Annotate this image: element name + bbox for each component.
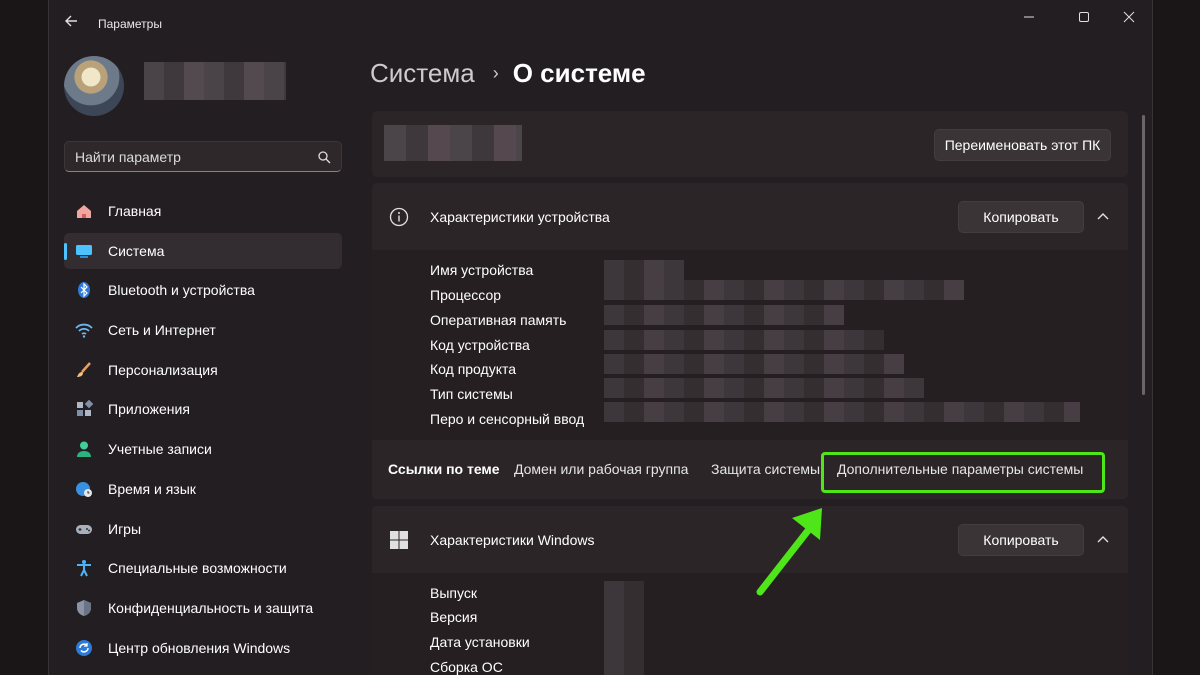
- sidebar-nav: Главная Система Bluetooth и устройства С…: [64, 193, 342, 669]
- maximize-icon: [1079, 12, 1089, 22]
- shield-icon: [77, 599, 91, 616]
- sidebar-item-bluetooth[interactable]: Bluetooth и устройства: [64, 272, 342, 308]
- spec-value-blurred: [604, 260, 684, 280]
- copy-device-specs-button[interactable]: Копировать: [958, 201, 1084, 233]
- avatar[interactable]: [64, 56, 124, 116]
- sidebar-item-system[interactable]: Система: [64, 232, 342, 269]
- sidebar-item-time-language[interactable]: Время и язык: [64, 471, 342, 507]
- app-title: Параметры: [98, 17, 162, 31]
- breadcrumb-chevron-icon: ›: [492, 63, 499, 83]
- gamepad-icon: [76, 524, 92, 534]
- apps-icon: [77, 400, 93, 417]
- highlight-frame: [821, 452, 1105, 493]
- globe-clock-icon: [76, 481, 92, 497]
- spec-label: Перо и сенсорный ввод: [430, 411, 585, 427]
- spec-value-blurred: [604, 402, 1080, 422]
- copy-windows-specs-button[interactable]: Копировать: [958, 524, 1084, 556]
- update-icon: [76, 639, 92, 656]
- accessibility-icon: [77, 560, 91, 577]
- device-specs-title: Характеристики устройства: [430, 209, 610, 225]
- chevron-up-icon[interactable]: [1096, 532, 1110, 546]
- titlebar: Параметры: [49, 0, 1152, 40]
- sidebar-item-privacy[interactable]: Конфиденциальность и защита: [64, 590, 342, 626]
- spec-label: Сборка ОС: [430, 659, 503, 675]
- spec-label: Тип системы: [430, 386, 513, 402]
- spec-label: Оперативная память: [430, 312, 567, 328]
- spec-label: Имя устройства: [430, 262, 534, 278]
- pc-name-blurred: [384, 125, 522, 161]
- device-specs-header[interactable]: Характеристики устройства Копировать: [372, 183, 1128, 249]
- page-title: О системе: [512, 58, 646, 88]
- spec-label: Процессор: [430, 287, 502, 303]
- search-icon[interactable]: [317, 150, 331, 164]
- windows-specs-title: Характеристики Windows: [430, 532, 595, 548]
- bluetooth-icon: [78, 282, 90, 299]
- display-icon: [76, 244, 92, 258]
- back-button[interactable]: [61, 10, 83, 32]
- spec-value-blurred: [604, 354, 904, 374]
- breadcrumb: Система › О системе: [370, 58, 646, 89]
- search-input[interactable]: [75, 149, 305, 165]
- spec-label: Код продукта: [430, 361, 517, 377]
- spec-value-blurred: [604, 378, 924, 398]
- rename-pc-button[interactable]: Переименовать этот ПК: [934, 129, 1111, 161]
- sidebar-item-apps[interactable]: Приложения: [64, 391, 342, 427]
- link-system-protection[interactable]: Защита системы: [711, 461, 820, 477]
- sidebar-item-windows-update[interactable]: Центр обновления Windows: [64, 630, 342, 666]
- sidebar-item-accounts[interactable]: Учетные записи: [64, 431, 342, 467]
- wifi-icon: [75, 323, 93, 338]
- chevron-up-icon[interactable]: [1096, 209, 1110, 223]
- sidebar-item-network[interactable]: Сеть и Интернет: [64, 312, 342, 348]
- settings-window: Параметры Главная Система Bluetooth и ус…: [48, 0, 1153, 675]
- sidebar-item-personalization[interactable]: Персонализация: [64, 352, 342, 388]
- user-icon: [77, 441, 91, 458]
- spec-label: Выпуск: [430, 585, 477, 601]
- related-links-label: Ссылки по теме: [388, 461, 500, 477]
- annotation-arrow-icon: [756, 508, 822, 596]
- brush-icon: [77, 361, 91, 377]
- arrow-left-icon: [65, 15, 77, 27]
- link-domain-workgroup[interactable]: Домен или рабочая группа: [514, 461, 688, 477]
- info-icon: [389, 207, 409, 227]
- username-blurred: [144, 62, 286, 100]
- spec-value-blurred: [604, 581, 644, 675]
- close-button[interactable]: [1109, 6, 1149, 28]
- minimize-button[interactable]: [1009, 6, 1049, 28]
- spec-value-blurred: [604, 330, 884, 350]
- device-specs-body: Имя устройства Процессор Оперативная пам…: [372, 250, 1128, 440]
- spec-label: Дата установки: [430, 634, 530, 650]
- spec-value-blurred: [604, 280, 964, 300]
- spec-label: Версия: [430, 609, 478, 625]
- windows-logo-icon: [390, 531, 408, 549]
- spec-label: Код устройства: [430, 337, 530, 353]
- maximize-button[interactable]: [1064, 6, 1104, 28]
- close-icon: [1123, 11, 1135, 23]
- search-box[interactable]: [64, 141, 342, 172]
- sidebar-item-accessibility[interactable]: Специальные возможности: [64, 550, 342, 586]
- home-icon: [77, 205, 91, 218]
- spec-value-blurred: [604, 305, 844, 325]
- breadcrumb-parent[interactable]: Система: [370, 58, 475, 89]
- sidebar-item-home[interactable]: Главная: [64, 193, 342, 229]
- minimize-icon: [1024, 16, 1034, 18]
- pc-name-card: Переименовать этот ПК: [372, 111, 1128, 177]
- scrollbar[interactable]: [1142, 115, 1145, 395]
- sidebar-item-gaming[interactable]: Игры: [64, 511, 342, 547]
